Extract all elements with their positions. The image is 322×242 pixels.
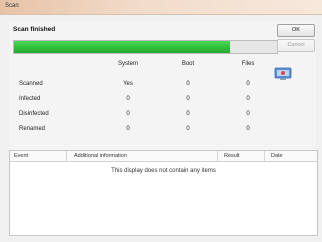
events-list[interactable]: Event Additional information Result Date… <box>9 150 318 236</box>
column-boot: Boot <box>181 61 195 67</box>
row-label-renamed: Renamed <box>19 126 46 132</box>
scanned-files-value: 0 <box>246 81 250 87</box>
scanned-system-value: Yes <box>123 81 133 87</box>
scan-status-label: Scan finished <box>13 26 56 33</box>
scanner-monitor-icon <box>274 67 292 81</box>
renamed-boot-value: 0 <box>186 126 190 132</box>
disinfected-files-value: 0 <box>246 111 250 117</box>
scan-window: Scan Scan finished OK Cancel System Boot… <box>0 0 322 242</box>
row-label-scanned: Scanned <box>19 81 43 87</box>
column-header-event[interactable]: Event <box>14 153 28 159</box>
renamed-files-value: 0 <box>246 126 250 132</box>
scan-statistics: System Boot Files Scanned Yes 0 0 Infect… <box>9 57 309 132</box>
infected-boot-value: 0 <box>186 96 190 102</box>
disinfected-boot-value: 0 <box>186 111 190 117</box>
scan-progress-bar <box>13 40 278 54</box>
events-list-header: Event Additional information Result Date <box>10 151 317 162</box>
row-label-disinfected: Disinfected <box>19 111 49 117</box>
infected-files-value: 0 <box>246 96 250 102</box>
empty-list-message: This display does not contain any items <box>111 168 216 174</box>
renamed-system-value: 0 <box>126 126 130 132</box>
disinfected-system-value: 0 <box>126 111 130 117</box>
column-header-date[interactable]: Date <box>271 153 283 159</box>
column-header-additional-information[interactable]: Additional information <box>74 153 127 159</box>
scan-progress-fill <box>14 41 230 53</box>
infected-system-value: 0 <box>126 96 130 102</box>
column-divider[interactable] <box>217 151 218 161</box>
column-system: System <box>117 61 138 67</box>
cancel-button[interactable]: Cancel <box>277 39 315 52</box>
column-divider[interactable] <box>264 151 265 161</box>
window-title: Scan <box>5 3 19 9</box>
column-divider[interactable] <box>66 151 67 161</box>
column-files: Files <box>241 61 255 67</box>
row-label-infected: Infected <box>19 96 41 102</box>
column-header-result[interactable]: Result <box>224 153 240 159</box>
title-bar[interactable]: Scan <box>0 0 322 15</box>
scanned-boot-value: 0 <box>186 81 190 87</box>
ok-button[interactable]: OK <box>277 24 315 37</box>
